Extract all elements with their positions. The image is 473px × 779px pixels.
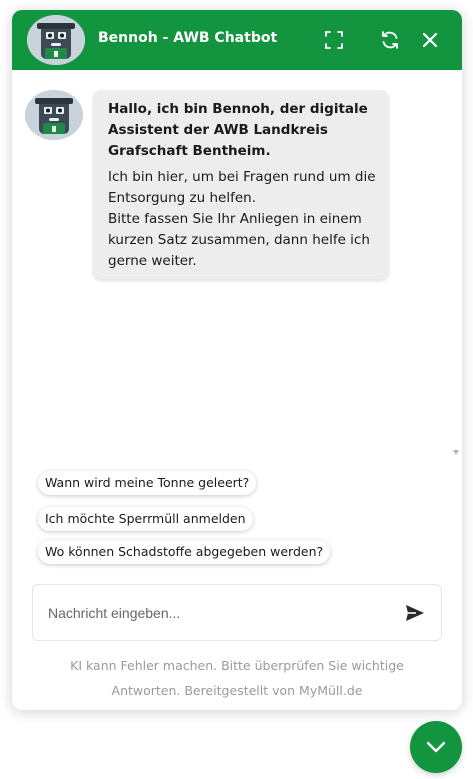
ai-disclaimer: KI kann Fehler machen. Bitte überprüfen … [70,658,404,698]
suggestion-chip[interactable]: Wo können Schadstoffe abgegeben werden? [38,540,331,564]
expand-icon [325,31,343,49]
send-button[interactable] [405,604,425,622]
send-icon [406,605,424,621]
chat-widget: Bennoh - AWB Chatbot Hallo, ich bin Benn… [12,10,462,710]
chat-header: Bennoh - AWB Chatbot [12,10,462,70]
toggle-chat-button[interactable] [410,721,462,773]
message-avatar-icon [25,90,83,140]
message-body-line: Ich bin hier, um bei Fragen rund um die … [108,169,376,206]
chat-title: Bennoh - AWB Chatbot [98,30,278,46]
close-button[interactable] [418,28,442,52]
message-intro: Hallo, ich bin Bennoh, der digitale Assi… [108,101,368,159]
message-input-box [32,584,442,641]
suggestion-chip[interactable]: Wann wird meine Tonne geleert? [38,471,257,495]
message-body-line: Bitte fassen Sie Ihr Anliegen in einem k… [108,211,370,269]
expand-button[interactable] [322,28,346,52]
close-icon [422,32,438,48]
message-input[interactable] [48,603,388,623]
bot-message: Hallo, ich bin Bennoh, der digitale Assi… [93,90,389,279]
suggestion-chip[interactable]: Ich möchte Sperrmüll anmelden [38,507,253,531]
chevron-down-icon [426,741,446,753]
refresh-button[interactable] [378,28,402,52]
refresh-icon [382,31,398,49]
bot-avatar-icon [27,15,85,65]
scroll-down-arrow[interactable] [453,450,459,455]
